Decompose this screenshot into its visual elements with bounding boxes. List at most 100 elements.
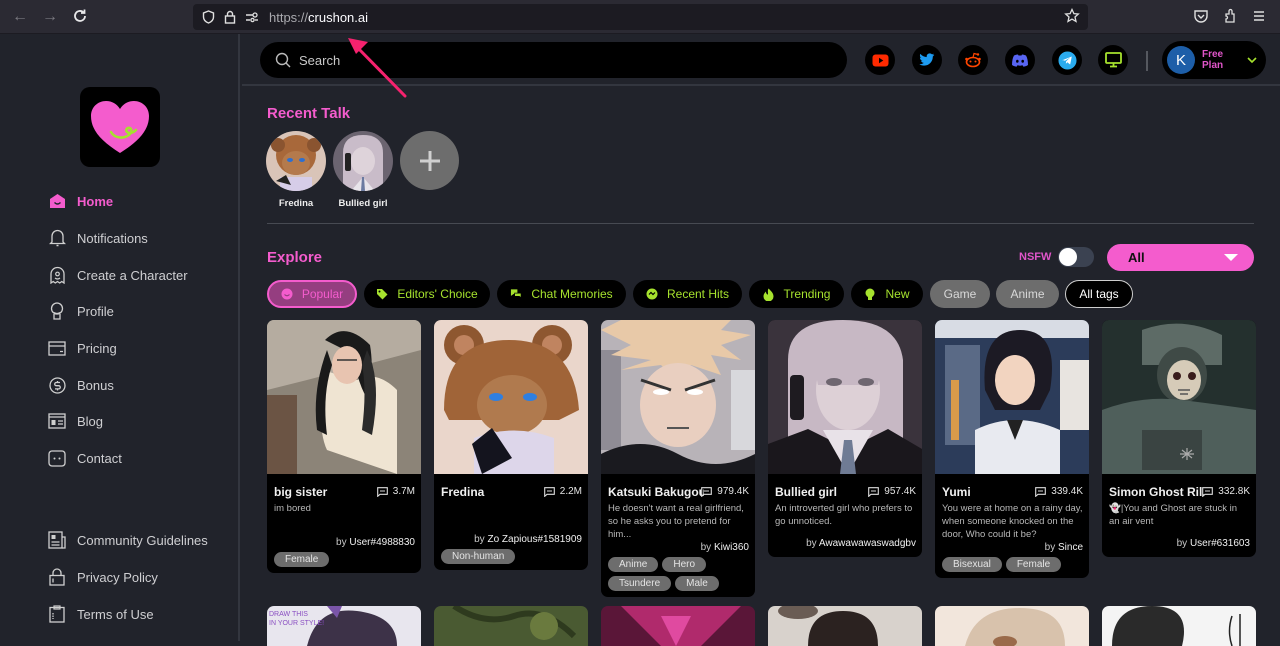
recent-icon — [646, 288, 658, 300]
character-card[interactable]: Fredina 2.2M by Zo Zapious#1581909 Non-h… — [434, 320, 588, 570]
reload-icon[interactable] — [71, 8, 89, 26]
chat-icon — [48, 449, 66, 467]
browser-toolbar: ← → https://crushon.ai — [0, 0, 1280, 34]
character-card[interactable]: Simon Ghost Ril... 332.8K 👻|You and Ghos… — [1102, 320, 1256, 557]
lightbulb-icon — [864, 288, 876, 300]
header-divider — [242, 84, 1280, 86]
search-bar[interactable] — [260, 42, 847, 78]
message-icon — [868, 486, 880, 497]
chip-trending[interactable]: Trending — [749, 280, 844, 308]
url-bar[interactable]: https://crushon.ai — [193, 4, 1088, 30]
sidebar-item-terms-of-use[interactable]: Terms of Use — [48, 602, 154, 626]
extensions-icon[interactable] — [1222, 8, 1240, 26]
character-image — [267, 320, 421, 474]
card-author[interactable]: by Kiwi360 — [608, 542, 749, 553]
card-author[interactable]: by Since — [942, 542, 1083, 553]
chat-count: 332.8K — [1202, 486, 1250, 497]
account-menu-button[interactable]: K Free Plan — [1162, 41, 1266, 79]
card-author[interactable]: by User#4988830 — [274, 537, 415, 548]
header-separator — [1146, 51, 1148, 71]
category-select-value: All — [1128, 250, 1145, 265]
sidebar-item-notifications[interactable]: Notifications — [48, 226, 148, 250]
svg-text:IN YOUR STYLE!: IN YOUR STYLE! — [269, 620, 324, 627]
tag-tsundere[interactable]: Tsundere — [608, 576, 672, 591]
chip-game[interactable]: Game — [930, 280, 990, 308]
character-card[interactable]: Yumi 339.4K You were at home on a rainy … — [935, 320, 1089, 578]
recent-talk-item[interactable]: Fredina — [266, 131, 326, 209]
chip-popular[interactable]: Popular — [267, 280, 357, 308]
crushon-logo[interactable] — [80, 87, 160, 167]
youtube-icon — [872, 54, 888, 66]
search-input[interactable] — [299, 52, 799, 68]
home-icon — [48, 192, 66, 210]
card-author[interactable]: by Zo Zapious#1581909 — [441, 534, 582, 545]
chip-chat-memories[interactable]: Chat Memories — [497, 280, 626, 308]
sidebar-item-privacy-policy[interactable]: Privacy Policy — [48, 565, 158, 589]
telegram-link[interactable] — [1052, 45, 1082, 75]
chip-recent-hits[interactable]: Recent Hits — [633, 280, 742, 308]
card-author[interactable]: by Awawawawaswadgbv — [775, 538, 916, 551]
back-icon[interactable]: ← — [11, 8, 29, 26]
chip-new[interactable]: New — [851, 280, 923, 308]
avatar: K — [1167, 46, 1195, 74]
pocket-icon[interactable] — [1193, 8, 1211, 26]
card-body: Yumi 339.4K You were at home on a rainy … — [942, 485, 1083, 572]
sidebar: Home Notifications Create a Character Pr… — [0, 34, 240, 641]
lock-icon[interactable] — [223, 10, 237, 24]
forward-icon[interactable]: → — [41, 8, 59, 26]
sidebar-item-pricing[interactable]: Pricing — [48, 336, 117, 360]
character-card[interactable]: big sister 3.7M im bored by User#4988830… — [267, 320, 421, 573]
tag-hero[interactable]: Hero — [662, 557, 707, 572]
character-card[interactable] — [768, 606, 922, 646]
character-image — [434, 320, 588, 474]
character-card[interactable]: Bullied girl 957.4K An introverted girl … — [768, 320, 922, 557]
tag-male[interactable]: Male — [675, 576, 719, 591]
sidebar-item-profile[interactable]: Profile — [48, 299, 114, 323]
shield-icon[interactable] — [201, 10, 215, 24]
sidebar-item-bonus[interactable]: Bonus — [48, 373, 114, 397]
recent-talk-item[interactable]: Bullied girl — [333, 131, 393, 209]
tag-anime[interactable]: Anime — [608, 557, 659, 572]
chip-all-tags[interactable]: All tags — [1065, 280, 1133, 308]
discord-link[interactable] — [1005, 45, 1035, 75]
twitter-link[interactable] — [912, 45, 942, 75]
sidebar-item-home[interactable]: Home — [48, 189, 113, 213]
add-recent-talk-button[interactable] — [400, 131, 459, 190]
recent-talk-title: Recent Talk — [267, 105, 351, 122]
sidebar-item-blog[interactable]: Blog — [48, 409, 103, 433]
guidelines-icon — [48, 531, 66, 549]
tag-female[interactable]: Female — [274, 552, 330, 567]
card-icon — [48, 339, 66, 357]
character-card[interactable]: Katsuki Bakugou 979.4K He doesn't want a… — [601, 320, 755, 597]
sidebar-item-community-guidelines[interactable]: Community Guidelines — [48, 528, 208, 552]
card-body: Simon Ghost Ril... 332.8K 👻|You and Ghos… — [1109, 485, 1250, 551]
youtube-link[interactable] — [865, 45, 895, 75]
permissions-icon[interactable] — [245, 10, 259, 24]
url-text[interactable]: https://crushon.ai — [269, 10, 368, 25]
character-card[interactable] — [601, 606, 755, 646]
tag-icon — [376, 288, 388, 300]
avatar — [333, 131, 393, 191]
menu-icon[interactable] — [1251, 8, 1269, 26]
tag-female[interactable]: Female — [1005, 557, 1062, 572]
reddit-link[interactable] — [958, 45, 988, 75]
chat-count: 3.7M — [376, 486, 415, 497]
tag-bisexual[interactable]: Bisexual — [942, 557, 1002, 572]
character-card[interactable] — [1102, 606, 1256, 646]
nsfw-toggle[interactable] — [1058, 247, 1094, 267]
plus-icon — [419, 150, 440, 171]
chip-editors-choice[interactable]: Editors' Choice — [364, 280, 490, 308]
sidebar-item-contact[interactable]: Contact — [48, 446, 122, 470]
character-card[interactable] — [434, 606, 588, 646]
bookmark-star-icon[interactable] — [1064, 7, 1082, 26]
category-select[interactable]: All — [1107, 244, 1254, 271]
character-image — [1102, 606, 1256, 646]
card-author[interactable]: by User#631603 — [1109, 538, 1250, 551]
caret-down-icon — [1224, 254, 1238, 261]
character-card[interactable]: DRAW THIS IN YOUR STYLE! — [267, 606, 421, 646]
sidebar-item-create-character[interactable]: Create a Character — [48, 263, 188, 287]
character-card[interactable] — [935, 606, 1089, 646]
chip-anime[interactable]: Anime — [996, 280, 1059, 308]
tag-non-human[interactable]: Non-human — [441, 549, 516, 564]
desktop-app-link[interactable] — [1098, 45, 1128, 75]
